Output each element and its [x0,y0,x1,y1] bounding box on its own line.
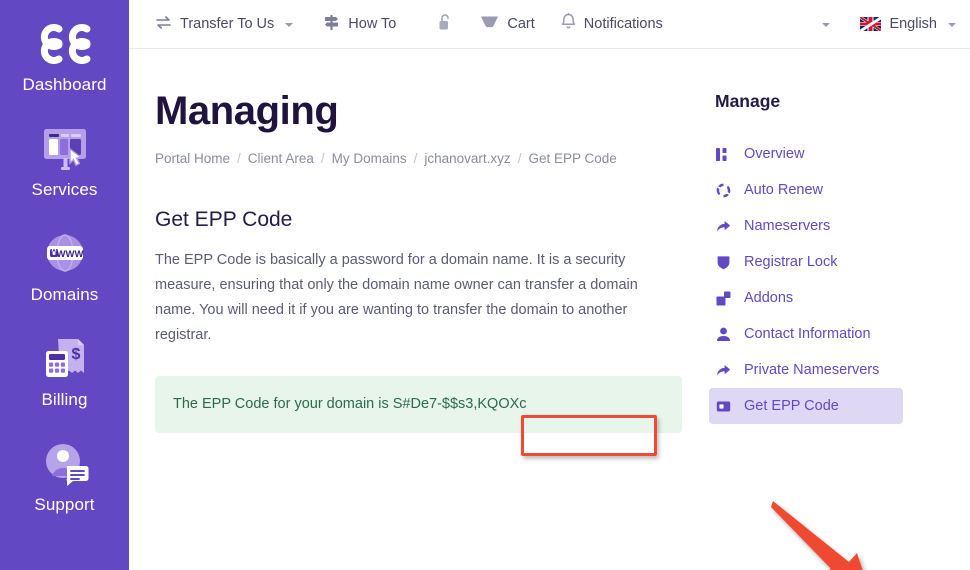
nav-item-label: Transfer To Us [180,16,275,32]
nav-item-unlock[interactable] [438,13,452,35]
top-navigation-bar: Transfer To Us How To Cart Notifications… [129,0,970,49]
manage-item-auto-renew[interactable]: Auto Renew [709,172,903,208]
manage-item-registrar-lock[interactable]: Registrar Lock [709,244,903,280]
calculator-invoice-icon: $ [40,329,90,387]
manage-item-overview[interactable]: Overview [709,136,903,172]
content-column: Managing Portal Home / Client Area / My … [129,49,709,570]
monitor-cursor-icon [40,119,90,177]
chevron-down-icon[interactable] [948,23,956,27]
sidebar-item-label: Domains [30,285,99,304]
breadcrumb-item-get-epp-code[interactable]: Get EPP Code [528,151,616,166]
ccc-logo-icon [35,14,95,72]
arrow-share-icon [715,362,731,378]
sidebar-item-label: Dashboard [22,75,107,94]
manage-item-private-nameservers[interactable]: Private Nameservers [709,352,903,388]
manage-item-label: Overview [744,146,805,162]
shield-icon [715,254,731,270]
breadcrumb-item-portal-home[interactable]: Portal Home [155,151,230,166]
bell-icon [561,13,576,35]
app-window: Dashboard Services WWW Domains $ Billing… [0,0,970,570]
manage-item-get-epp-code[interactable]: Get EPP Code [709,388,903,424]
breadcrumb-item-client-area[interactable]: Client Area [248,151,314,166]
sidebar-item-domains[interactable]: WWW Domains [0,224,129,305]
breadcrumb-item-my-domains[interactable]: My Domains [332,151,407,166]
manage-item-label: Get EPP Code [744,398,839,414]
left-sidebar: Dashboard Services WWW Domains $ Billing… [0,0,129,570]
breadcrumb-separator: / [413,151,418,166]
breadcrumb-separator: / [237,151,241,166]
nav-item-label: Notifications [583,16,663,32]
nav-item-notifications[interactable]: Notifications [561,13,663,35]
cart-icon [480,14,499,34]
epp-code-alert: The EPP Code for your domain is S#De7-$$… [155,375,682,433]
nav-item-cart[interactable]: Cart [480,14,535,34]
page-body: Managing Portal Home / Client Area / My … [129,49,970,570]
manage-item-nameservers[interactable]: Nameservers [709,208,903,244]
manage-item-label: Nameservers [744,218,831,234]
breadcrumb: Portal Home / Client Area / My Domains /… [155,151,709,166]
sidebar-item-billing[interactable]: $ Billing [0,329,129,410]
manage-item-label: Auto Renew [744,182,823,198]
epp-code-value[interactable]: S#De7-$$s3,KQOXc [393,396,527,412]
nav-item-transfer-to-us[interactable]: Transfer To Us [155,15,294,34]
arrow-share-icon [715,218,731,234]
sidebar-item-dashboard[interactable]: Dashboard [0,14,129,95]
language-selector[interactable]: English [860,16,956,32]
manage-item-contact-information[interactable]: Contact Information [709,316,903,352]
manage-panel-title: Manage [715,91,781,111]
nav-item-label: Cart [507,16,535,32]
uk-flag-icon [860,17,882,31]
transfer-arrows-icon [155,15,172,34]
epp-alert-prefix: The EPP Code for your domain is [173,396,389,413]
addons-squares-icon [715,290,731,306]
svg-text:$: $ [71,346,80,363]
manage-item-label: Addons [744,290,794,306]
unlock-icon [438,13,452,35]
globe-www-lock-icon: WWW [40,224,90,282]
breadcrumb-item-domain[interactable]: jchanovart.xyz [424,151,510,166]
manage-item-label: Registrar Lock [744,254,838,270]
sidebar-item-label: Support [34,495,95,514]
user-menu-chevron-down-icon[interactable] [822,23,831,27]
manage-menu: Overview Auto Renew Nameservers Registra… [709,136,955,424]
page-title: Managing [155,89,339,133]
breadcrumb-separator: / [320,151,325,166]
sidebar-item-label: Billing [41,390,88,409]
signpost-icon [323,14,340,35]
user-icon [715,326,731,342]
chevron-down-icon[interactable] [285,23,294,27]
user-chat-icon [40,434,90,492]
section-title: Get EPP Code [155,208,293,231]
main-area: Transfer To Us How To Cart Notifications… [129,0,970,570]
nav-item-label: How To [348,16,397,32]
sidebar-item-support[interactable]: Support [0,434,129,515]
manage-item-label: Private Nameservers [744,362,880,378]
svg-text:WWW: WWW [56,249,83,260]
sidebar-item-services[interactable]: Services [0,119,129,200]
sidebar-item-label: Services [31,180,98,199]
refresh-cycle-icon [715,182,731,198]
manage-panel: Manage Overview Auto Renew Nameservers R… [709,49,955,570]
language-label: English [889,16,937,32]
manage-item-addons[interactable]: Addons [709,280,903,316]
section-paragraph: The EPP Code is basically a password for… [155,252,638,343]
top-nav-right-group: English [819,16,956,32]
manage-item-label: Contact Information [744,326,871,342]
breadcrumb-separator: / [517,151,522,166]
nav-item-how-to[interactable]: How To [323,14,396,35]
layout-blocks-icon [715,146,731,162]
code-window-icon [715,398,731,414]
